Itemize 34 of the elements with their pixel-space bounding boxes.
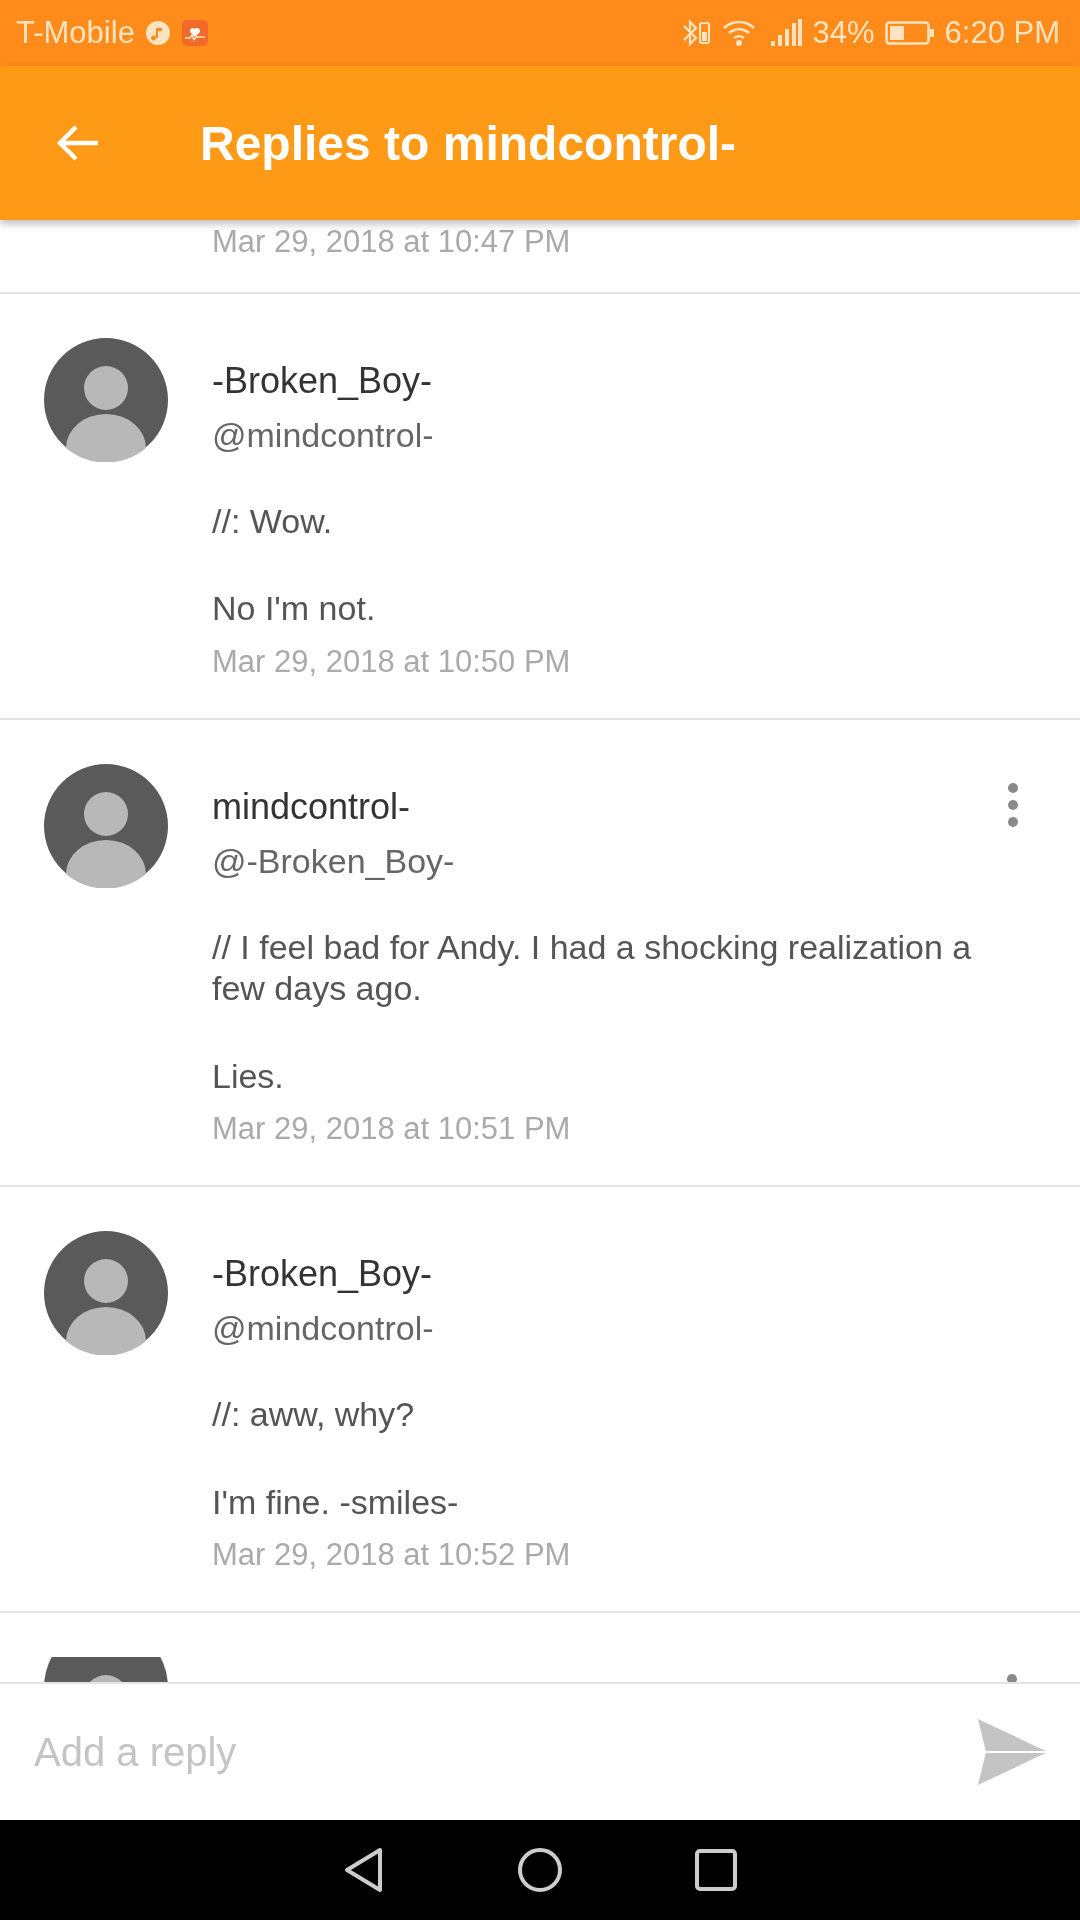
reply-date: Mar 29, 2018 at 10:51 PM <box>212 1111 572 1148</box>
avatar-icon <box>44 763 168 888</box>
reply-text: I'm fine. -smiles- <box>212 1481 460 1523</box>
recents-nav-icon[interactable] <box>694 1848 738 1892</box>
author-name[interactable]: mindcontrol- <box>212 785 1006 828</box>
more-options-icon[interactable] <box>1006 1673 1018 1682</box>
reply-date: Mar 29, 2018 at 10:52 PM <box>212 1537 572 1574</box>
author-name[interactable]: -Broken_Boy- <box>212 1253 1020 1296</box>
home-nav-icon[interactable] <box>516 1846 564 1894</box>
reply-date: Mar 29, 2018 at 10:47 PM <box>212 224 572 260</box>
author-name[interactable]: -Broken_Boy- <box>212 360 1020 402</box>
reply-input-field[interactable]: Add a reply <box>32 1728 976 1776</box>
health-app-icon <box>180 19 209 47</box>
more-options-icon[interactable] <box>1006 781 1020 828</box>
screen-title: Replies to mindcontrol- <box>200 115 736 171</box>
avatar-icon <box>44 338 168 462</box>
reply-text: Lies. <box>212 1055 285 1097</box>
carrier-name: T-Mobile <box>16 15 135 51</box>
bluetooth-icon <box>680 17 711 49</box>
mention-handle[interactable]: @mindcontrol- <box>212 1309 1020 1349</box>
clock-time: 6:20 PM <box>944 15 1060 51</box>
music-note-icon <box>144 20 171 46</box>
avatar-icon <box>44 1657 168 1682</box>
reply-text: // I feel bad for Andy. I had a shocking realization a few days ago. <box>212 926 973 1010</box>
mention-handle[interactable]: @mindcontrol- <box>212 416 1020 455</box>
avatar-icon <box>44 1231 168 1356</box>
battery-percent: 34% <box>812 15 875 51</box>
reply-date: Mar 29, 2018 at 10:50 PM <box>212 643 572 680</box>
signal-icon <box>768 19 803 47</box>
reply-text: //: Wow. <box>212 501 334 542</box>
mention-handle[interactable]: @-Broken_Boy- <box>212 841 1006 881</box>
reply-text: //: aww, why? <box>212 1394 416 1436</box>
reply-text: No I'm not. <box>212 588 377 630</box>
battery-icon <box>884 20 935 46</box>
